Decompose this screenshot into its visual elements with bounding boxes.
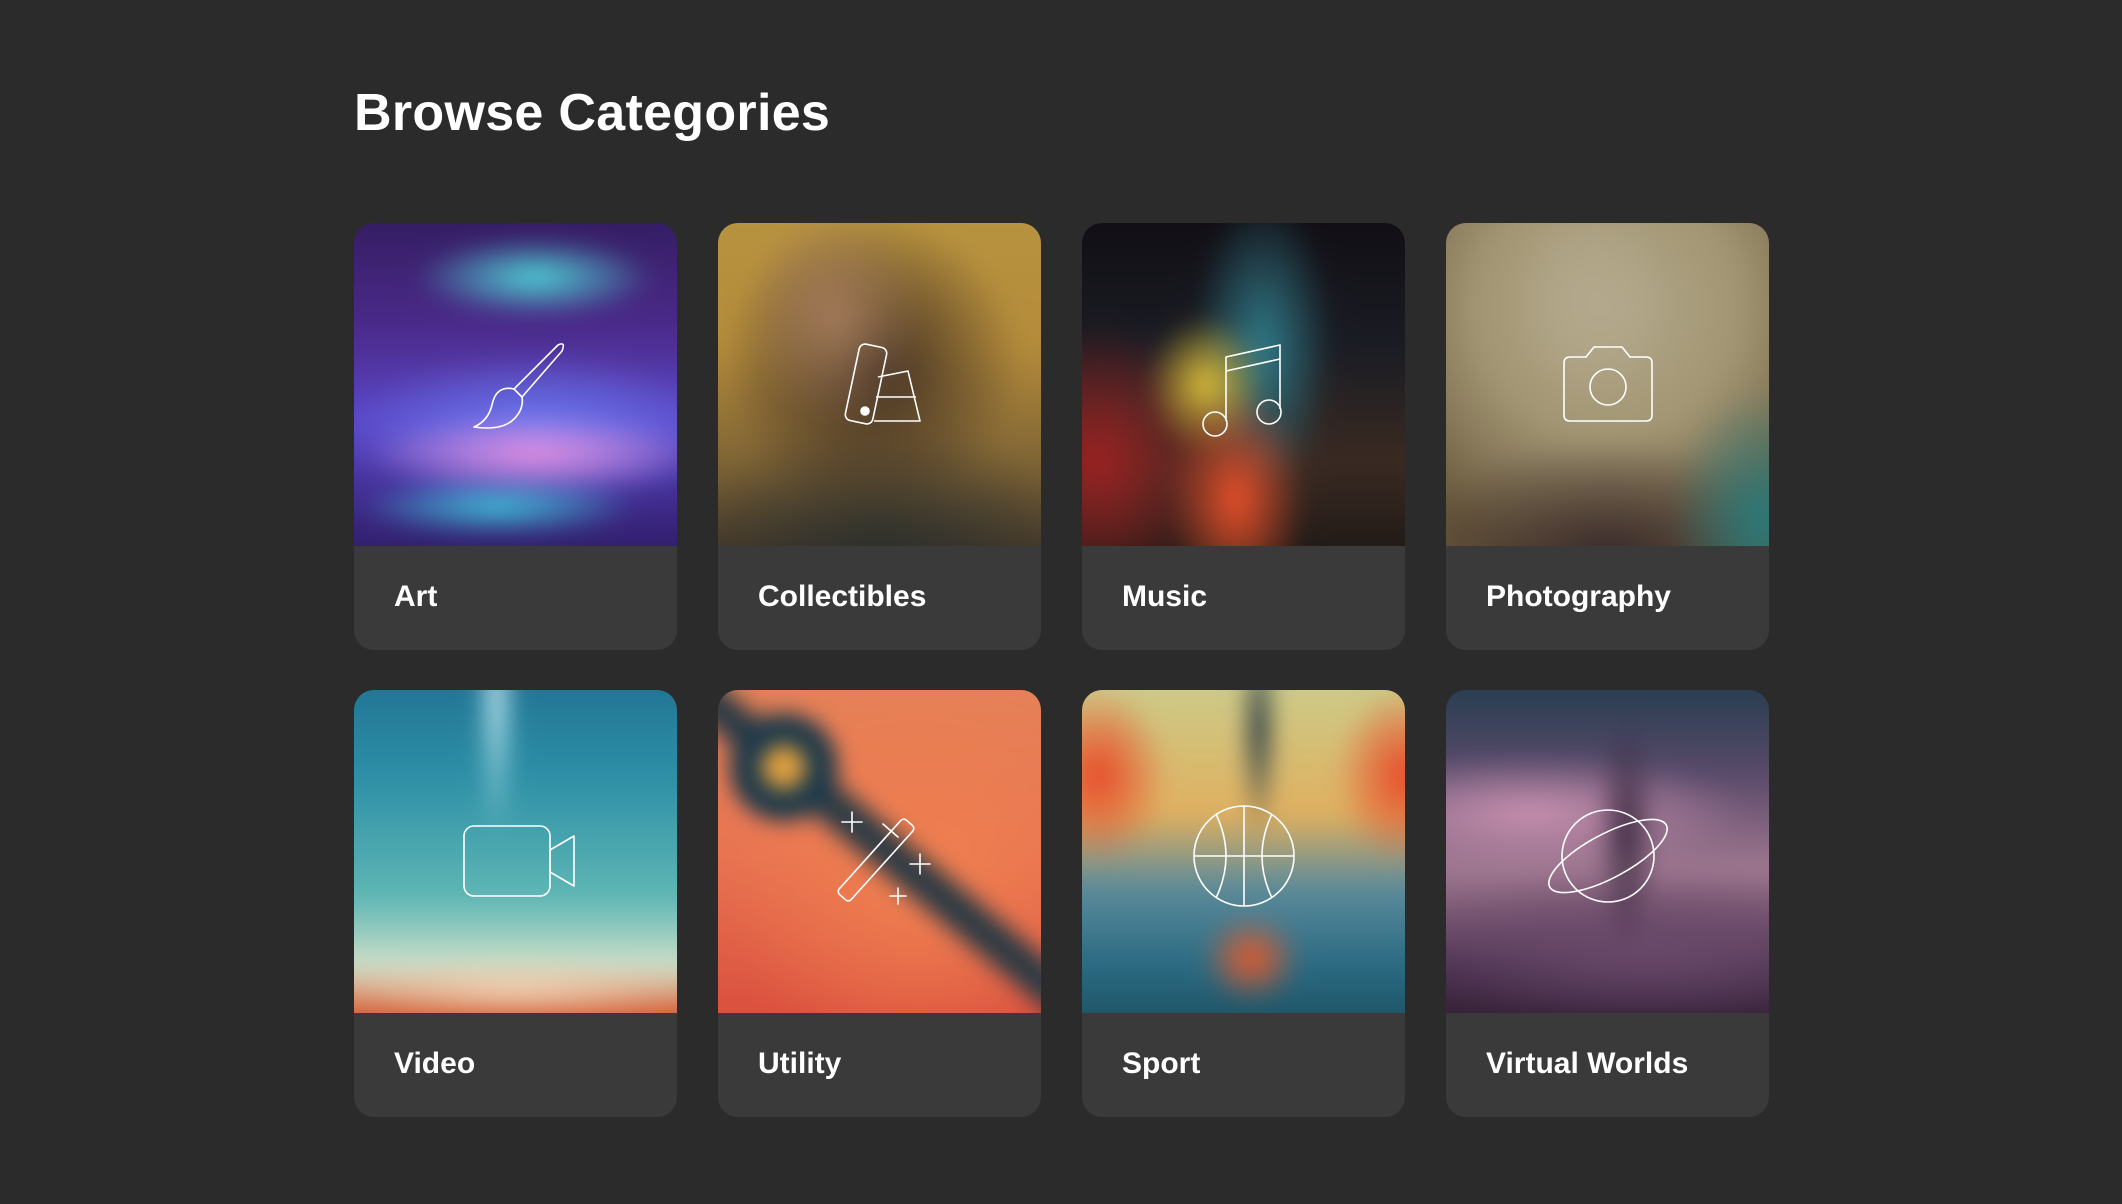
browse-categories-page: Browse Categories Art Collectibles Music… [0, 0, 2122, 1204]
page-title: Browse Categories [354, 84, 831, 142]
category-label-utility: Utility [758, 1047, 842, 1080]
category-thumbnail [354, 690, 677, 1013]
category-thumbnail [354, 223, 677, 546]
category-grid: Art Collectibles Music Photography Video… [354, 223, 1769, 1117]
category-thumbnail [1082, 223, 1405, 546]
category-card-video[interactable]: Video [354, 690, 677, 1117]
category-label-photography: Photography [1486, 580, 1671, 613]
basketball-icon [1184, 792, 1304, 912]
planet-icon [1547, 792, 1668, 912]
category-thumbnail [1446, 223, 1769, 546]
category-thumbnail [718, 690, 1041, 1013]
category-label-art: Art [394, 580, 438, 613]
category-card-photography[interactable]: Photography [1446, 223, 1769, 650]
swatch-cards-icon [820, 325, 940, 445]
category-label-collectibles: Collectibles [758, 580, 927, 613]
category-card-sport[interactable]: Sport [1082, 690, 1405, 1117]
camera-icon [1548, 325, 1668, 445]
category-thumbnail [718, 223, 1041, 546]
category-card-collectibles[interactable]: Collectibles [718, 223, 1041, 650]
video-camera-icon [456, 792, 576, 912]
category-label-music: Music [1122, 580, 1208, 613]
category-card-music[interactable]: Music [1082, 223, 1405, 650]
category-card-virtual-worlds[interactable]: Virtual Worlds [1446, 690, 1769, 1117]
category-card-utility[interactable]: Utility [718, 690, 1041, 1117]
music-note-icon [1184, 325, 1304, 445]
magic-wand-icon [820, 792, 940, 912]
category-label-video: Video [394, 1047, 476, 1080]
category-thumbnail [1082, 690, 1405, 1013]
category-thumbnail [1446, 690, 1769, 1013]
category-label-sport: Sport [1122, 1047, 1201, 1080]
category-label-virtual-worlds: Virtual Worlds [1486, 1047, 1689, 1080]
category-card-art[interactable]: Art [354, 223, 677, 650]
paintbrush-icon [456, 325, 576, 445]
